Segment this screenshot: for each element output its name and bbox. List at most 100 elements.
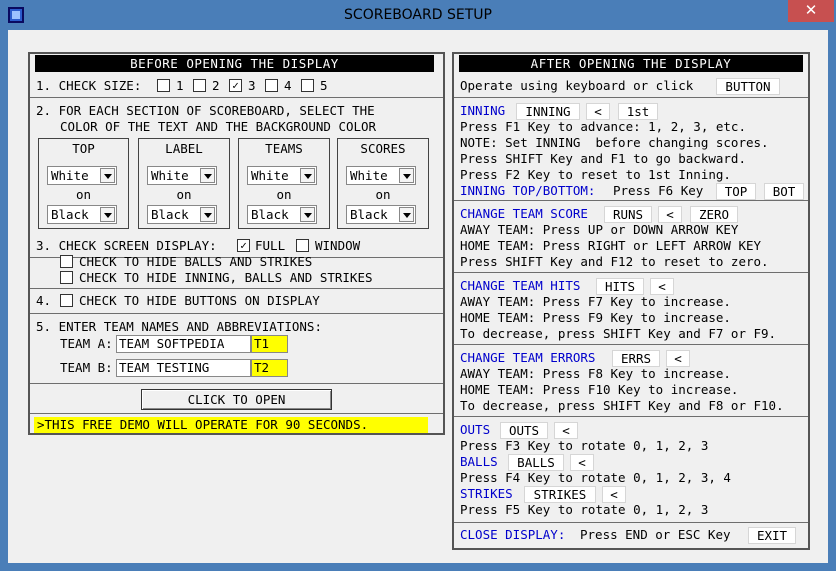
size-option-4: 4 xyxy=(284,78,292,93)
top-button[interactable]: TOP xyxy=(716,183,756,200)
operate-row: Operate using keyboard or click BUTTON xyxy=(454,74,808,98)
chevron-down-icon xyxy=(200,207,215,222)
strikes-back-button[interactable]: < xyxy=(602,486,626,503)
size-checkbox-5[interactable] xyxy=(301,79,314,92)
chevron-down-icon xyxy=(399,168,414,183)
team-a-label: TEAM A: xyxy=(60,336,113,351)
hits-line-1: AWAY TEAM: Press F7 Key to increase. xyxy=(460,294,731,309)
score-section: CHANGE TEAM SCORE RUNS < ZERO AWAY TEAM:… xyxy=(454,201,808,273)
runs-button[interactable]: RUNS xyxy=(604,206,652,223)
bot-button[interactable]: BOT xyxy=(764,183,804,200)
size-checkbox-1[interactable] xyxy=(157,79,170,92)
color-group-scores: SCORES White on Black xyxy=(337,138,429,229)
click-to-open-button[interactable]: CLICK TO OPEN xyxy=(141,389,332,410)
hits-line-3: To decrease, press SHIFT Key and F7 or F… xyxy=(460,326,777,341)
outs-back-button[interactable]: < xyxy=(554,422,578,439)
color-group-title: SCORES xyxy=(360,141,406,156)
team-names-row: 5. ENTER TEAM NAMES AND ABBREVIATIONS: T… xyxy=(30,314,443,384)
hits-section: CHANGE TEAM HITS HITS < AWAY TEAM: Press… xyxy=(454,273,808,345)
window-checkbox[interactable] xyxy=(296,239,309,252)
inning-section: INNING INNING < 1st Press F1 Key to adva… xyxy=(454,98,808,201)
hide-inning-checkbox[interactable] xyxy=(60,271,73,284)
colors-row: 2. FOR EACH SECTION OF SCOREBOARD, SELEC… xyxy=(30,98,443,258)
score-line-3: Press SHIFT Key and F12 to reset to zero… xyxy=(460,254,769,269)
size-checkbox-4[interactable] xyxy=(265,79,278,92)
on-label: on xyxy=(375,187,391,202)
errors-line-3: To decrease, press SHIFT Key and F8 or F… xyxy=(460,398,784,413)
errs-button[interactable]: ERRS xyxy=(612,350,660,367)
button-sample[interactable]: BUTTON xyxy=(716,78,780,95)
teams-text-color-select[interactable]: White xyxy=(247,166,317,185)
exit-button[interactable]: EXIT xyxy=(748,527,796,544)
errors-label: CHANGE TEAM ERRORS xyxy=(460,350,596,365)
inning-line-1: Press F1 Key to advance: 1, 2, 3, etc. xyxy=(460,119,746,134)
size-option-5: 5 xyxy=(320,78,328,93)
errors-line-1: AWAY TEAM: Press F8 Key to increase. xyxy=(460,366,731,381)
scores-bg-color-select[interactable]: Black xyxy=(346,205,416,224)
size-option-2: 2 xyxy=(212,78,220,93)
size-checkbox-3[interactable]: ✓ xyxy=(229,79,242,92)
teams-bg-color-select[interactable]: Black xyxy=(247,205,317,224)
window-label: WINDOW xyxy=(315,238,361,253)
size-checkbox-2[interactable] xyxy=(193,79,206,92)
label-text-color-select[interactable]: White xyxy=(147,166,217,185)
colors-instruction-1: 2. FOR EACH SECTION OF SCOREBOARD, SELEC… xyxy=(36,103,375,118)
inning-line-3: Press SHIFT Key and F1 to go backward. xyxy=(460,151,746,166)
color-group-label: LABEL White on Black xyxy=(138,138,230,229)
team-b-abbr-input[interactable]: T2 xyxy=(251,359,288,377)
hits-back-button[interactable]: < xyxy=(650,278,674,295)
strikes-button[interactable]: STRIKES xyxy=(524,486,596,503)
score-line-2: HOME TEAM: Press RIGHT or LEFT ARROW KEY xyxy=(460,238,762,253)
inning-value[interactable]: 1st xyxy=(618,103,658,120)
team-b-name-input[interactable]: TEAM TESTING xyxy=(116,359,251,377)
color-group-title: TEAMS xyxy=(265,141,303,156)
label-bg-color-select[interactable]: Black xyxy=(147,205,217,224)
inning-back-button[interactable]: < xyxy=(586,103,610,120)
scores-text-color-select[interactable]: White xyxy=(346,166,416,185)
close-display-label: CLOSE DISPLAY: xyxy=(460,527,566,542)
hits-button[interactable]: HITS xyxy=(596,278,644,295)
runs-back-button[interactable]: < xyxy=(658,206,682,223)
top-text-color-select[interactable]: White xyxy=(47,166,117,185)
full-checkbox[interactable]: ✓ xyxy=(237,239,250,252)
inning-button[interactable]: INNING xyxy=(516,103,580,120)
team-a-name-input[interactable]: TEAM SOFTPEDIA xyxy=(116,335,251,353)
section4-number: 4. xyxy=(36,293,52,308)
hide-buttons-label: CHECK TO HIDE BUTTONS ON DISPLAY xyxy=(79,293,320,308)
team-b-label: TEAM B: xyxy=(60,360,113,375)
hits-line-2: HOME TEAM: Press F9 Key to increase. xyxy=(460,310,731,325)
operate-text: Operate using keyboard or click xyxy=(460,78,694,93)
errs-back-button[interactable]: < xyxy=(666,350,690,367)
color-group-top: TOP White on Black xyxy=(38,138,129,229)
hide-balls-label: CHECK TO HIDE BALLS AND STRIKES xyxy=(79,254,313,269)
errors-section: CHANGE TEAM ERRORS ERRS < AWAY TEAM: Pre… xyxy=(454,345,808,417)
open-row: CLICK TO OPEN xyxy=(30,384,443,414)
inning-label: INNING xyxy=(460,103,506,118)
team-a-abbr-input[interactable]: T1 xyxy=(251,335,288,353)
team-names-label: 5. ENTER TEAM NAMES AND ABBREVIATIONS: xyxy=(36,319,322,334)
before-opening-panel: BEFORE OPENING THE DISPLAY 1. CHECK SIZE… xyxy=(28,52,445,435)
close-section: CLOSE DISPLAY: Press END or ESC Key EXIT xyxy=(454,523,808,548)
inning-topbot-text: Press F6 Key xyxy=(613,183,704,198)
after-opening-panel: AFTER OPENING THE DISPLAY Operate using … xyxy=(452,52,810,550)
on-label: on xyxy=(75,187,92,202)
check-size-row: 1. CHECK SIZE: 1 2 ✓ 3 4 5 xyxy=(30,74,443,98)
close-button[interactable]: ✕ xyxy=(788,0,834,22)
on-label: on xyxy=(276,187,292,202)
score-line-1: AWAY TEAM: Press UP or DOWN ARROW KEY xyxy=(460,222,739,237)
counts-section: OUTS OUTS < Press F3 Key to rotate 0, 1,… xyxy=(454,417,808,523)
balls-button[interactable]: BALLS xyxy=(508,454,564,471)
outs-button[interactable]: OUTS xyxy=(500,422,548,439)
chevron-down-icon xyxy=(100,168,115,183)
close-display-text: Press END or ESC Key xyxy=(580,527,731,542)
balls-back-button[interactable]: < xyxy=(570,454,594,471)
hide-buttons-checkbox[interactable] xyxy=(60,294,73,307)
title-bar[interactable]: SCOREBOARD SETUP ✕ xyxy=(0,0,836,30)
top-bg-color-select[interactable]: Black xyxy=(47,205,117,224)
zero-button[interactable]: ZERO xyxy=(690,206,738,223)
chevron-down-icon xyxy=(300,207,315,222)
on-label: on xyxy=(176,187,192,202)
demo-notice: >THIS FREE DEMO WILL OPERATE FOR 90 SECO… xyxy=(34,417,428,433)
chevron-down-icon xyxy=(399,207,414,222)
hide-balls-checkbox[interactable] xyxy=(60,255,73,268)
